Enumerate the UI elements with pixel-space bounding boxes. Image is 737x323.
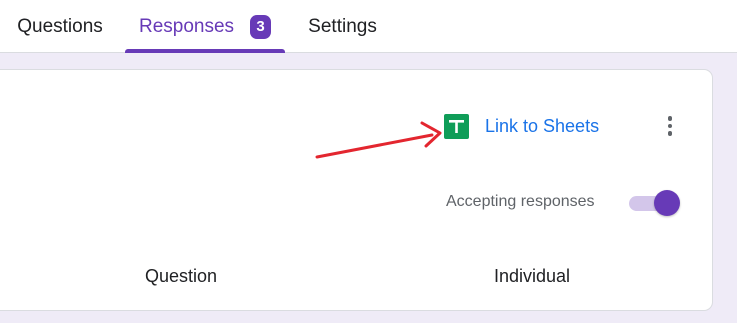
tab-responses[interactable]: Responses 3	[125, 0, 285, 53]
tab-responses-label: Responses	[138, 15, 235, 37]
more-dot	[667, 116, 673, 121]
top-tab-bar: Questions Responses 3 Settings	[0, 0, 737, 53]
google-sheets-icon	[444, 113, 469, 139]
responses-count-badge: 3	[250, 14, 272, 39]
more-dot	[667, 131, 673, 136]
tab-questions[interactable]: Questions	[0, 0, 120, 53]
accepting-responses-label: Accepting responses	[446, 193, 595, 210]
tab-questions-label: Questions	[17, 15, 103, 37]
summary-tab-question[interactable]: Question	[145, 266, 217, 287]
more-dot	[667, 123, 673, 129]
link-to-sheets-button[interactable]: Link to Sheets	[444, 112, 599, 140]
summary-tab-individual[interactable]: Individual	[494, 266, 570, 287]
active-tab-indicator	[125, 49, 285, 53]
more-vert-icon[interactable]	[657, 110, 683, 142]
responses-card	[0, 69, 713, 311]
tab-settings[interactable]: Settings	[295, 0, 390, 53]
accepting-responses-toggle[interactable]	[629, 189, 682, 217]
link-to-sheets-label: Link to Sheets	[485, 115, 600, 136]
tab-settings-label: Settings	[308, 15, 377, 37]
toggle-thumb	[654, 190, 680, 216]
